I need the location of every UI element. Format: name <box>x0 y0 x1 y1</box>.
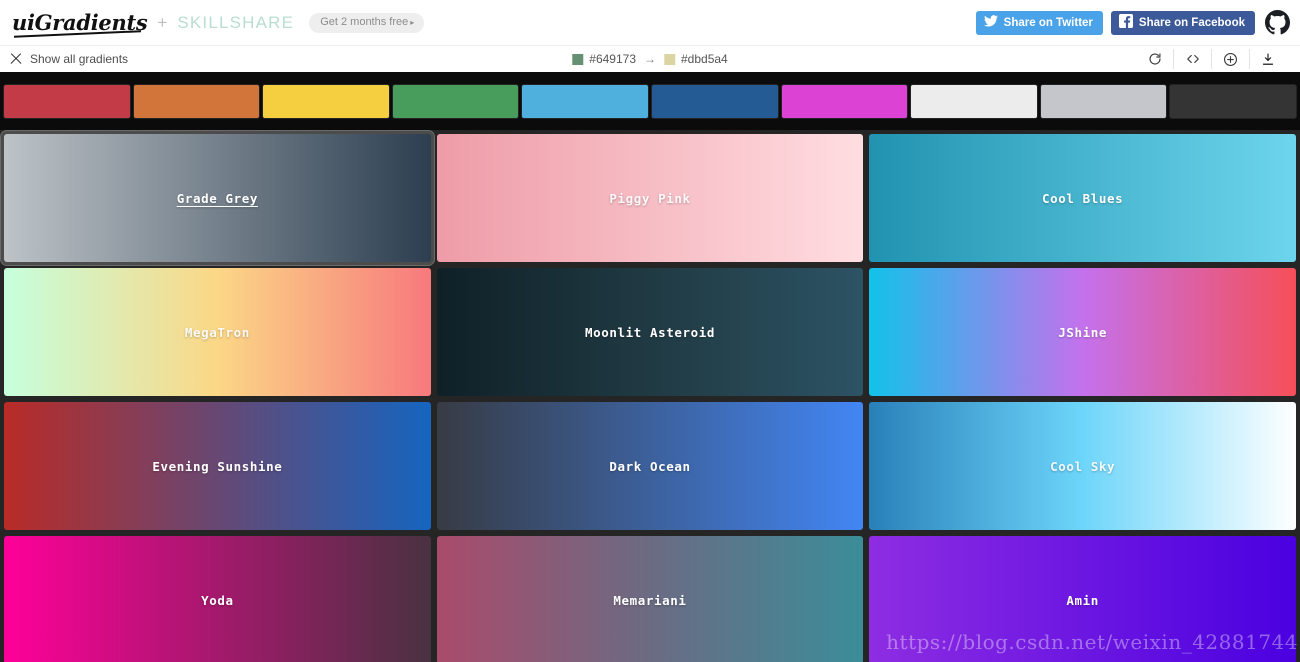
swatch-orange[interactable] <box>134 85 260 118</box>
share-twitter-label: Share on Twitter <box>1004 17 1093 29</box>
gradient-card[interactable]: MegaTron <box>4 268 431 396</box>
gradient-card[interactable]: Cool Sky <box>869 402 1296 530</box>
gradient-card-label: Cool Sky <box>1050 459 1115 474</box>
gradient-card-label: JShine <box>1058 325 1107 340</box>
page-stage: uiGradients + SKILLSHARE Get 2 months fr… <box>0 0 1300 662</box>
show-all-gradients-label: Show all gradients <box>30 52 128 66</box>
gradient-card[interactable]: Grade Grey <box>4 134 431 262</box>
gradient-toolbar: Show all gradients #649173 → #dbd5a4 <box>0 45 1300 72</box>
share-on-facebook-button[interactable]: Share on Facebook <box>1111 11 1255 35</box>
color-filter-strip <box>0 72 1300 130</box>
promo-label: Get 2 months free <box>320 16 408 28</box>
plus-circle-icon[interactable] <box>1212 49 1250 69</box>
gradient-card-label: Cool Blues <box>1042 191 1123 206</box>
promo-button[interactable]: Get 2 months free▸ <box>309 13 424 33</box>
gradient-card-label: Dark Ocean <box>609 459 690 474</box>
gradient-grid: Grade Grey Piggy Pink Cool Blues MegaTron Mo… <box>0 130 1300 662</box>
gradient-card-label: Yoda <box>201 593 234 608</box>
gradient-card-label: Amin <box>1066 593 1099 608</box>
toolbar-actions <box>1136 49 1288 69</box>
share-facebook-label: Share on Facebook <box>1139 17 1245 29</box>
gradient-card-label: MegaTron <box>185 325 250 340</box>
gradient-end-hex: #dbd5a4 <box>681 52 728 66</box>
brand-group: uiGradients + SKILLSHARE Get 2 months fr… <box>12 10 976 36</box>
swatch-black[interactable] <box>1170 85 1296 118</box>
swatch-light-blue[interactable] <box>522 85 648 118</box>
gradient-card-label: Memariani <box>613 593 686 608</box>
gradient-card[interactable]: Moonlit Asteroid <box>437 268 864 396</box>
gradient-start-hex: #649173 <box>589 52 636 66</box>
current-gradient-colors: #649173 → #dbd5a4 <box>572 52 727 66</box>
facebook-f-icon <box>1119 14 1133 31</box>
gradient-card-label: Evening Sunshine <box>152 459 282 474</box>
show-all-gradients-button[interactable]: Show all gradients <box>10 52 128 66</box>
caret-right-icon: ▸ <box>408 18 414 27</box>
gradient-card-label: Piggy Pink <box>609 191 690 206</box>
gradient-start-color[interactable]: #649173 <box>572 52 636 66</box>
share-on-twitter-button[interactable]: Share on Twitter <box>976 11 1103 35</box>
gradient-card-label: Grade Grey <box>177 191 258 206</box>
code-icon[interactable] <box>1174 49 1212 69</box>
swatch-grey[interactable] <box>1041 85 1167 118</box>
uigradients-logo[interactable]: uiGradients <box>12 10 147 36</box>
gradient-card-label: Moonlit Asteroid <box>585 325 715 340</box>
gradient-card[interactable]: Dark Ocean <box>437 402 864 530</box>
swatch-yellow[interactable] <box>263 85 389 118</box>
plus-separator: + <box>156 13 168 33</box>
twitter-bird-icon <box>984 15 998 30</box>
swatch-dark-blue[interactable] <box>652 85 778 118</box>
gradient-end-color[interactable]: #dbd5a4 <box>664 52 728 66</box>
gradient-card[interactable]: Yoda <box>4 536 431 662</box>
color-chip-start <box>572 54 583 65</box>
swatch-red[interactable] <box>4 85 130 118</box>
gradient-card[interactable]: Cool Blues <box>869 134 1296 262</box>
download-icon[interactable] <box>1250 49 1288 69</box>
color-chip-end <box>664 54 675 65</box>
gradient-card[interactable]: Amin <box>869 536 1296 662</box>
gradient-card[interactable]: JShine <box>869 268 1296 396</box>
arrow-right-icon: → <box>643 52 657 66</box>
github-mark-icon[interactable] <box>1265 10 1290 35</box>
gradient-card[interactable]: Memariani <box>437 536 864 662</box>
skillshare-partner-label[interactable]: SKILLSHARE <box>177 13 294 33</box>
swatch-green[interactable] <box>393 85 519 118</box>
swatch-magenta[interactable] <box>782 85 908 118</box>
social-share-group: Share on Twitter Share on Facebook <box>976 10 1290 35</box>
gradient-card[interactable]: Piggy Pink <box>437 134 864 262</box>
rotate-icon[interactable] <box>1136 49 1174 69</box>
swatch-white[interactable] <box>911 85 1037 118</box>
gradient-card[interactable]: Evening Sunshine <box>4 402 431 530</box>
close-x-icon <box>10 53 22 65</box>
top-header-bar: uiGradients + SKILLSHARE Get 2 months fr… <box>0 0 1300 45</box>
